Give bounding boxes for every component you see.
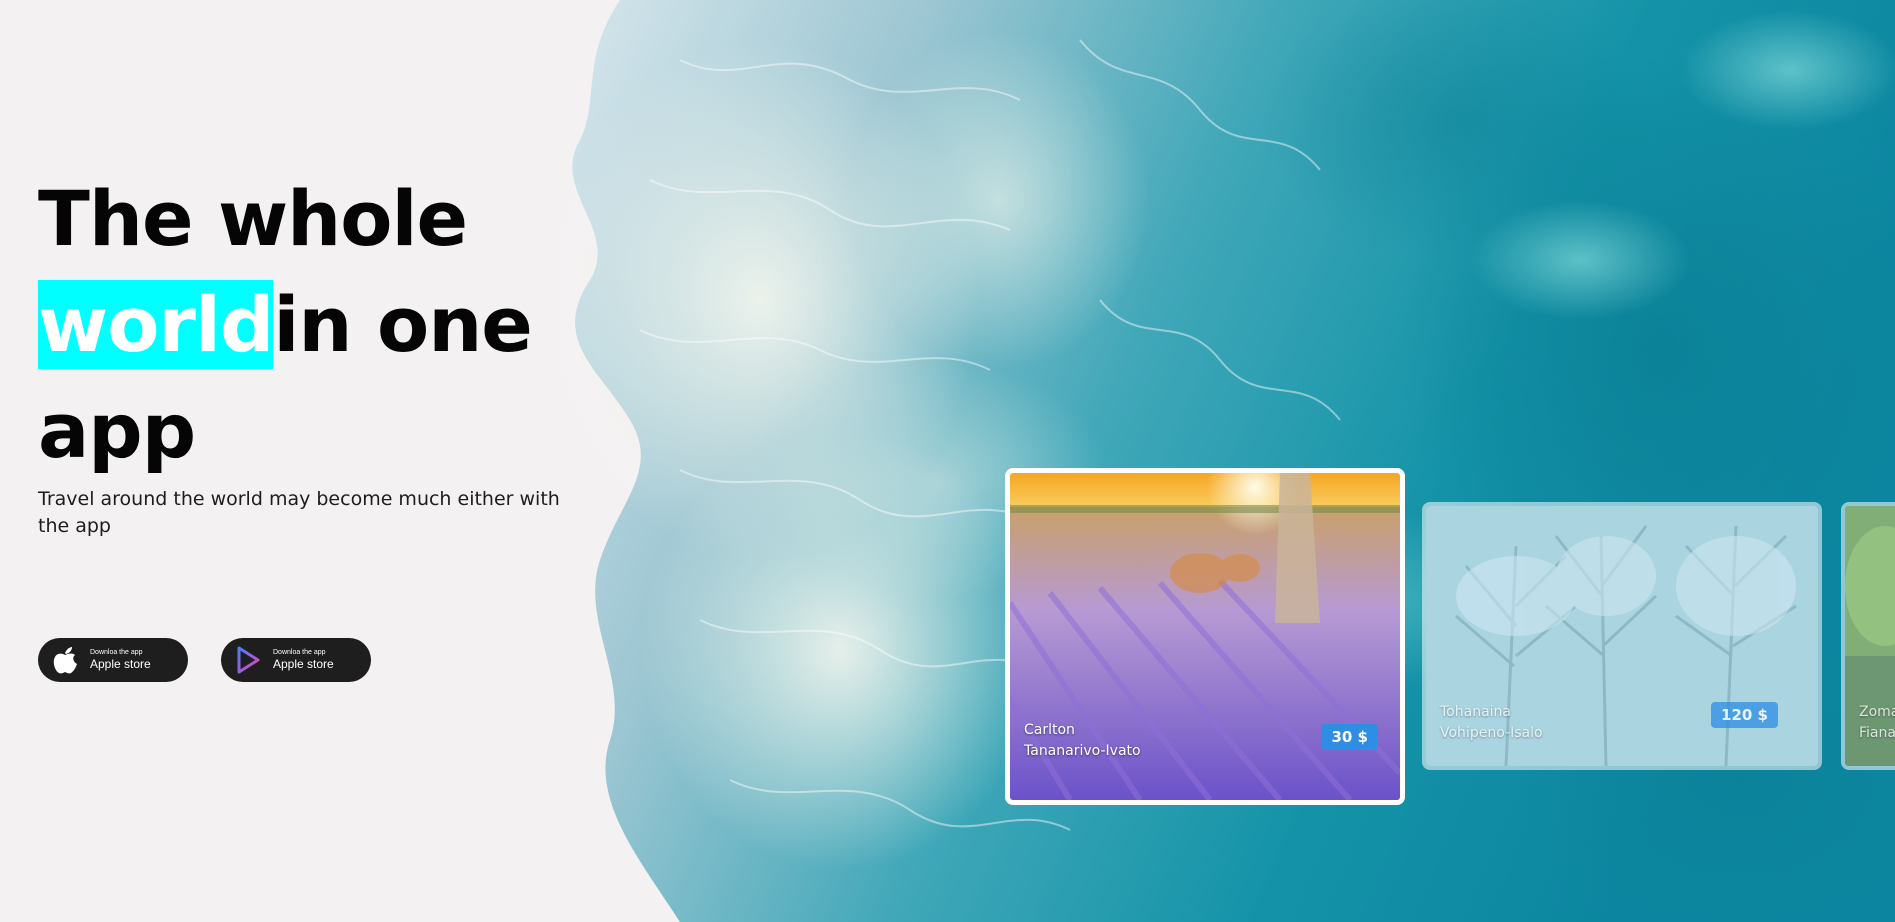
card-location: Fiana [1859, 725, 1895, 741]
card-name: Zoma [1859, 704, 1895, 720]
price-badge: 120 $ [1711, 702, 1778, 728]
play-store-button[interactable]: Downloa the app Apple store [221, 638, 371, 682]
store-big-text: Apple store [273, 657, 334, 672]
store-big-text: Apple store [90, 657, 151, 672]
title-line-1: The whole [38, 174, 468, 263]
store-small-text: Downloa the app [273, 648, 326, 656]
hero-subtitle: Travel around the world may become much … [38, 488, 560, 537]
price-badge: 30 $ [1321, 724, 1378, 750]
apple-store-button[interactable]: Downloa the app Apple store [38, 638, 188, 682]
destination-card[interactable]: Zoma Fiana [1841, 502, 1895, 770]
card-name: Carlton [1024, 722, 1075, 738]
title-line-3: app [38, 386, 196, 475]
hero-section: The whole worldin one app Travel around … [38, 166, 598, 540]
play-icon [233, 645, 263, 675]
destination-card[interactable]: Carlton Tananarivo-Ivato 30 $ [1005, 468, 1405, 805]
title-line-2-rest: in one [273, 280, 532, 369]
store-small-text: Downloa the app [90, 648, 143, 656]
page-title: The whole worldin one app [38, 166, 598, 484]
card-location: Vohipeno-Isalo [1440, 725, 1543, 741]
card-label: Zoma Fiana [1859, 702, 1895, 744]
card-label: Carlton Tananarivo-Ivato [1024, 720, 1141, 762]
card-name: Tohanaina [1440, 704, 1511, 720]
destination-card[interactable]: Tohanaina Vohipeno-Isalo 120 $ [1422, 502, 1822, 770]
apple-icon [50, 645, 80, 675]
store-buttons: Downloa the app Apple store Downloa the … [38, 638, 371, 682]
card-location: Tananarivo-Ivato [1024, 743, 1141, 759]
title-highlight-word: world [38, 280, 274, 369]
card-label: Tohanaina Vohipeno-Isalo [1440, 702, 1543, 744]
